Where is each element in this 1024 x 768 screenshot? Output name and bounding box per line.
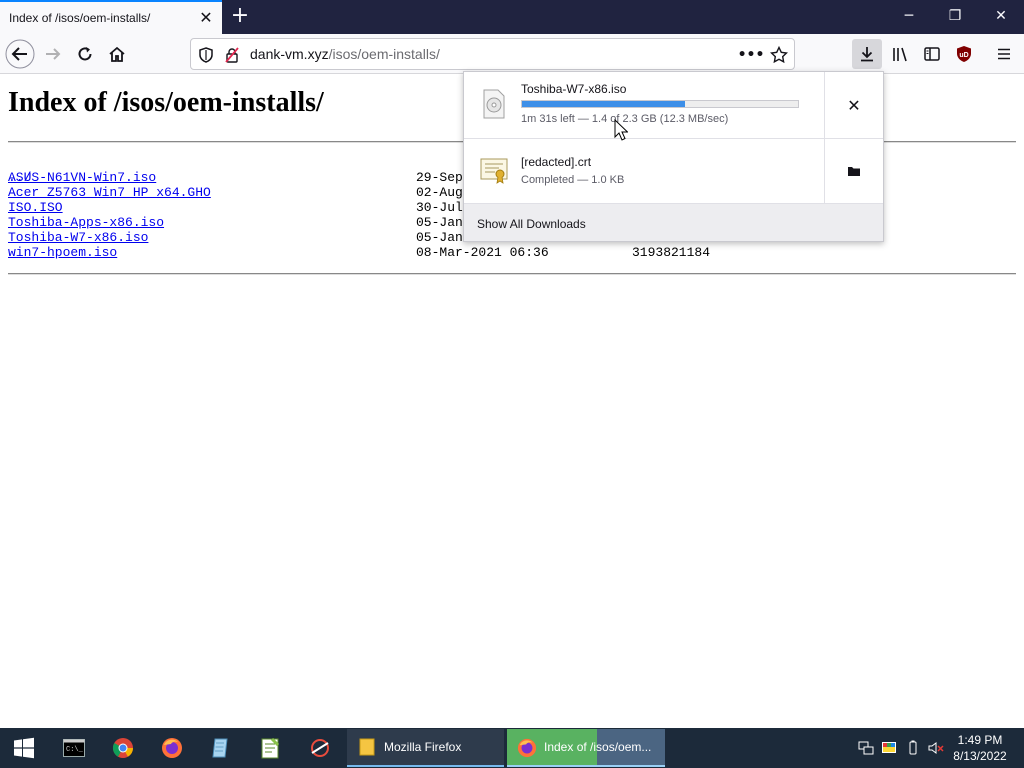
back-icon[interactable] — [4, 38, 36, 70]
list-item: Acer_Z5763_Win7_HP_x64.GHO 02-Aug — [8, 185, 463, 200]
download-item-completed[interactable]: [redacted].crt Completed — 1.0 KB — [464, 138, 883, 204]
url-path: /isos/oem-installs/ — [328, 46, 440, 62]
start-button[interactable] — [0, 728, 48, 768]
notepad-taskbar-icon[interactable] — [197, 728, 245, 768]
file-date: 30-Jul — [416, 200, 463, 215]
url-text[interactable]: dank-vm.xyz/isos/oem-installs/ — [250, 46, 440, 62]
shield-icon[interactable] — [197, 46, 215, 64]
svg-text:uD: uD — [959, 52, 968, 59]
windows-logo-icon — [14, 737, 34, 759]
directory-listing: ../ ASUS-N61VN-Win7.iso 29-Sep Acer_Z5763_… — [8, 155, 710, 260]
list-item: win7-hpoem.iso 08-Mar-2021 06:36 319382118… — [8, 245, 710, 260]
page-actions-icon[interactable]: ••• — [738, 46, 765, 64]
file-date: 08-Mar-2021 06:36 — [416, 245, 549, 260]
list-item: ISO.ISO 30-Jul — [8, 200, 463, 215]
forward-icon[interactable] — [37, 38, 69, 70]
volume-muted-icon[interactable] — [928, 740, 944, 756]
file-date: 29-Sep — [416, 170, 463, 185]
taskbar-task-label: Mozilla Firefox — [384, 740, 462, 754]
certificate-file-icon — [480, 158, 508, 184]
reload-icon[interactable] — [69, 38, 101, 70]
show-all-downloads-button[interactable]: Show All Downloads — [464, 203, 883, 241]
file-date: 05-Jan — [416, 215, 463, 230]
network-icon[interactable] — [858, 740, 874, 756]
svg-text:C:\_: C:\_ — [66, 746, 84, 754]
download-progress-fill — [522, 101, 685, 107]
library-icon[interactable] — [884, 38, 916, 70]
download-progress-bar — [521, 100, 799, 108]
restore-icon[interactable]: ❐ — [932, 0, 978, 32]
list-item: Toshiba-W7-x86.iso 05-Jan — [8, 230, 463, 245]
home-icon[interactable] — [101, 38, 133, 70]
download-filename: [redacted].crt — [521, 155, 592, 169]
mouse-cursor-icon — [614, 119, 628, 141]
text-editor-taskbar-icon[interactable] — [246, 728, 294, 768]
file-link[interactable]: Toshiba-Apps-x86.iso — [8, 215, 164, 230]
download-status: Completed — 1.0 KB — [521, 174, 625, 186]
file-size: 3193821184 — [632, 245, 711, 260]
open-containing-folder-button[interactable] — [824, 138, 883, 204]
list-item: ../ — [8, 155, 55, 185]
file-link[interactable]: Toshiba-W7-x86.iso — [8, 230, 148, 245]
page-heading: Index of /isos/oem-installs/ — [8, 87, 324, 118]
folder-icon — [848, 167, 860, 176]
navigation-toolbar: dank-vm.xyz/isos/oem-installs/ ••• uD — [0, 34, 1024, 74]
downloads-icon[interactable] — [852, 39, 882, 69]
file-link[interactable]: win7-hpoem.iso — [8, 245, 117, 260]
folder-icon — [359, 738, 375, 756]
disc-image-file-icon — [483, 89, 505, 119]
tab-current[interactable]: Index of /isos/oem-installs/ ✕ — [0, 0, 222, 34]
display-icon[interactable] — [881, 740, 897, 756]
tab-close-icon[interactable]: ✕ — [198, 10, 214, 26]
close-icon: ✕ — [847, 95, 861, 115]
new-tab-icon[interactable]: + — [229, 5, 251, 28]
command-prompt-taskbar-icon[interactable]: C:\_ — [50, 728, 98, 768]
menu-icon[interactable] — [988, 38, 1020, 70]
taskbar: C:\_ Mozilla Firefox Index of /isos/oem.… — [0, 728, 1024, 768]
url-domain: dank-vm.xyz — [250, 46, 329, 62]
close-window-icon[interactable]: ✕ — [978, 0, 1024, 32]
file-date: 02-Aug — [416, 185, 463, 200]
firefox-taskbar-icon[interactable] — [148, 728, 196, 768]
minimize-icon[interactable]: ─ — [886, 0, 932, 32]
file-link[interactable]: ISO.ISO — [8, 200, 63, 215]
chrome-taskbar-icon[interactable] — [99, 728, 147, 768]
firefox-icon — [517, 738, 537, 758]
file-link[interactable]: ASUS-N61VN-Win7.iso — [8, 170, 156, 185]
file-date: 05-Jan — [416, 230, 463, 245]
clock-time: 1:49 PM — [957, 733, 1003, 747]
bookmark-star-icon[interactable] — [770, 46, 788, 64]
app-taskbar-icon[interactable] — [296, 728, 344, 768]
taskbar-task-firefox[interactable]: Index of /isos/oem... — [507, 729, 665, 767]
download-filename: Toshiba-W7-x86.iso — [521, 82, 627, 96]
taskbar-task-label: Index of /isos/oem... — [544, 740, 652, 754]
insecure-lock-icon[interactable] — [223, 46, 241, 64]
download-item-active[interactable]: Toshiba-W7-x86.iso 1m 31s left — 1.4 of … — [464, 72, 883, 138]
url-bar[interactable]: dank-vm.xyz/isos/oem-installs/ ••• — [190, 38, 795, 70]
list-item: ASUS-N61VN-Win7.iso 29-Sep — [8, 170, 463, 185]
taskbar-task-explorer[interactable]: Mozilla Firefox — [347, 729, 504, 767]
tab-title: Index of /isos/oem-installs/ — [9, 11, 151, 25]
cancel-download-button[interactable]: ✕ — [824, 72, 883, 138]
clock-date: 8/13/2022 — [953, 749, 1007, 763]
ublock-origin-icon[interactable]: uD — [948, 38, 980, 70]
usb-device-icon[interactable] — [905, 740, 921, 756]
downloads-panel: Toshiba-W7-x86.iso 1m 31s left — 1.4 of … — [463, 71, 884, 242]
tab-strip: Index of /isos/oem-installs/ ✕ + ─ ❐ ✕ — [0, 0, 1024, 34]
sidebar-icon[interactable] — [916, 38, 948, 70]
show-all-downloads-label: Show All Downloads — [477, 217, 586, 231]
system-clock[interactable]: 1:49 PM 8/13/2022 — [946, 732, 1014, 764]
list-item: Toshiba-Apps-x86.iso 05-Jan — [8, 215, 463, 230]
bottom-divider — [8, 273, 1016, 275]
file-link[interactable]: Acer_Z5763_Win7_HP_x64.GHO — [8, 185, 211, 200]
